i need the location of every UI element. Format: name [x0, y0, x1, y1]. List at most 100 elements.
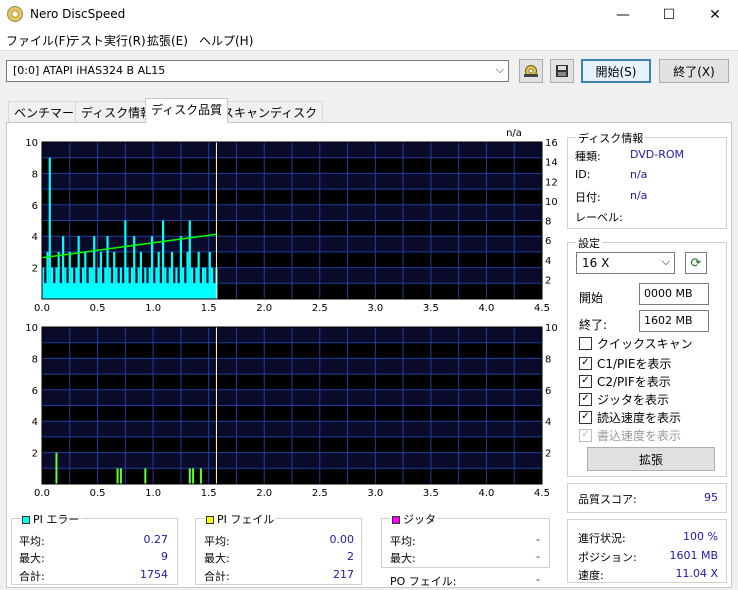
pi-errors-max-label: 最大: [19, 552, 45, 565]
jitter-title-text: ジッタ [403, 513, 436, 526]
y-right-tick-label: 8 [545, 217, 551, 228]
pi-fail-max-label: 最大: [204, 552, 230, 565]
y-right-tick-label: 4 [545, 417, 551, 428]
pi-fail-total-label: 合計: [204, 570, 230, 583]
x-tick-label: 1.5 [201, 488, 217, 499]
y-right-tick-label: 6 [545, 236, 551, 247]
expand-button[interactable]: 拡張 [587, 447, 715, 471]
refresh-speed-button[interactable]: ⟳ [685, 252, 707, 274]
end-position-field[interactable]: 1602 MB [639, 310, 709, 332]
tab-disc-quality[interactable]: ディスク品質 [145, 98, 229, 123]
jitter-max-label: 最大: [390, 552, 416, 565]
quick-scan-checkbox[interactable]: クイックスキャン [579, 335, 693, 351]
checkbox-indicator: ✓ [579, 356, 592, 370]
y-right-tick-label: 4 [545, 256, 551, 267]
pi-errors-total-value: 1754 [140, 568, 168, 581]
pi-fail-bar [119, 468, 122, 484]
disc-date-label: 日付: [575, 191, 601, 204]
show-jitter-label: ジッタを表示 [597, 392, 670, 407]
x-tick-label: 2.0 [256, 488, 272, 499]
y-right-tick-label: 12 [545, 177, 558, 188]
y-left-tick-label: 6 [32, 201, 38, 212]
y-left-tick-label: 2 [32, 449, 38, 460]
quick-scan-label: クイックスキャン [597, 336, 693, 351]
show-c2-pif-label: C2/PIFを表示 [597, 374, 671, 389]
show-read-speed-checkbox[interactable]: ✓ 読込速度を表示 [579, 409, 681, 425]
x-tick-label: 1.0 [145, 488, 161, 499]
pi-fail-title-text: PI フェイル [217, 513, 275, 526]
show-write-speed-checkbox: ✓ 書込速度を表示 [579, 427, 681, 443]
settings-title: 設定 [576, 235, 602, 251]
x-tick-label: 4.0 [478, 303, 494, 314]
disc-type-value: DVD-ROM [630, 148, 685, 161]
pi-errors-swatch [22, 516, 30, 524]
speed-label: 速度: [578, 569, 604, 582]
x-tick-label: 0.0 [34, 488, 50, 499]
po-fail-value: - [536, 573, 540, 586]
x-tick-label: 0.5 [90, 488, 106, 499]
pi-fail-avg-label: 平均: [204, 535, 230, 548]
po-fail-label: PO フェイル: [390, 575, 457, 588]
checkbox-indicator: ✓ [579, 428, 592, 442]
pi-errors-total-label: 合計: [19, 570, 45, 583]
y-right-tick-label: 10 [545, 197, 558, 208]
pi-errors-avg-value: 0.27 [143, 533, 169, 546]
y-left-tick-label: 2 [32, 264, 38, 275]
disc-info-title: ディスク情報 [576, 130, 646, 146]
pi-fail-bar [55, 452, 58, 484]
pi-fail-total-value: 217 [333, 568, 354, 581]
quality-score-value: 95 [704, 491, 718, 504]
x-tick-label: 2.0 [256, 303, 272, 314]
show-write-speed-label: 書込速度を表示 [597, 428, 682, 443]
quality-score-label: 品質スコア: [578, 493, 637, 506]
x-tick-label: 2.5 [312, 488, 328, 499]
pi-fail-bar [192, 468, 195, 484]
pi-fail-title: PI フェイル [204, 511, 277, 527]
show-c2-pif-checkbox[interactable]: ✓ C2/PIFを表示 [579, 373, 671, 389]
show-c1-pie-checkbox[interactable]: ✓ C1/PIEを表示 [579, 355, 671, 371]
x-tick-label: 4.5 [534, 488, 550, 499]
pi-error-bar [48, 157, 51, 299]
x-tick-label: 3.5 [423, 303, 439, 314]
y-left-tick-label: 8 [32, 169, 38, 180]
jitter-max-value: - [536, 550, 540, 563]
y-right-tick-label: 16 [545, 138, 558, 149]
speed-select-value: 16 X [582, 256, 610, 270]
position-value: 1601 MB [669, 549, 718, 562]
refresh-icon: ⟳ [690, 255, 702, 271]
show-c1-pie-label: C1/PIEを表示 [597, 356, 672, 371]
x-tick-label: 0.0 [34, 303, 50, 314]
pi-fail-bar [144, 468, 147, 484]
y-left-tick-label: 4 [32, 232, 38, 243]
speed-select[interactable]: 16 X ⌵ [576, 252, 675, 274]
checkbox-indicator [579, 336, 592, 350]
pi-fail-avg-value: 0.00 [329, 533, 355, 546]
x-tick-label: 0.5 [90, 303, 106, 314]
speed-value: 11.04 X [675, 567, 718, 580]
y-left-tick-label: 6 [32, 386, 38, 397]
jitter-swatch [392, 516, 400, 524]
y-right-tick-label: 6 [545, 386, 551, 397]
y-left-tick-label: 10 [25, 323, 38, 334]
jitter-avg-label: 平均: [390, 535, 416, 548]
x-tick-label: 1.5 [201, 303, 217, 314]
pi-errors-avg-label: 平均: [19, 535, 45, 548]
pi-fail-bar [199, 468, 202, 484]
disc-date-value: n/a [630, 189, 648, 202]
pi-errors-title-text: PI エラー [33, 513, 80, 526]
progress-label: 進行状況: [578, 532, 626, 545]
checkbox-indicator: ✓ [579, 374, 592, 388]
disc-type-label: 種類: [575, 150, 601, 163]
x-tick-label: 4.5 [534, 303, 550, 314]
start-position-field[interactable]: 0000 MB [639, 283, 709, 305]
x-tick-label: 1.0 [145, 303, 161, 314]
x-tick-label: 3.0 [367, 303, 383, 314]
disc-label-label: レーベル: [575, 211, 623, 224]
end-position-label: 終了: [579, 318, 608, 332]
x-tick-label: 2.5 [312, 303, 328, 314]
show-jitter-checkbox[interactable]: ✓ ジッタを表示 [579, 391, 669, 407]
disc-id-value: n/a [630, 168, 648, 181]
position-label: ポジション: [578, 551, 637, 564]
x-tick-label: 4.0 [478, 488, 494, 499]
pi-errors-max-value: 9 [161, 550, 168, 563]
